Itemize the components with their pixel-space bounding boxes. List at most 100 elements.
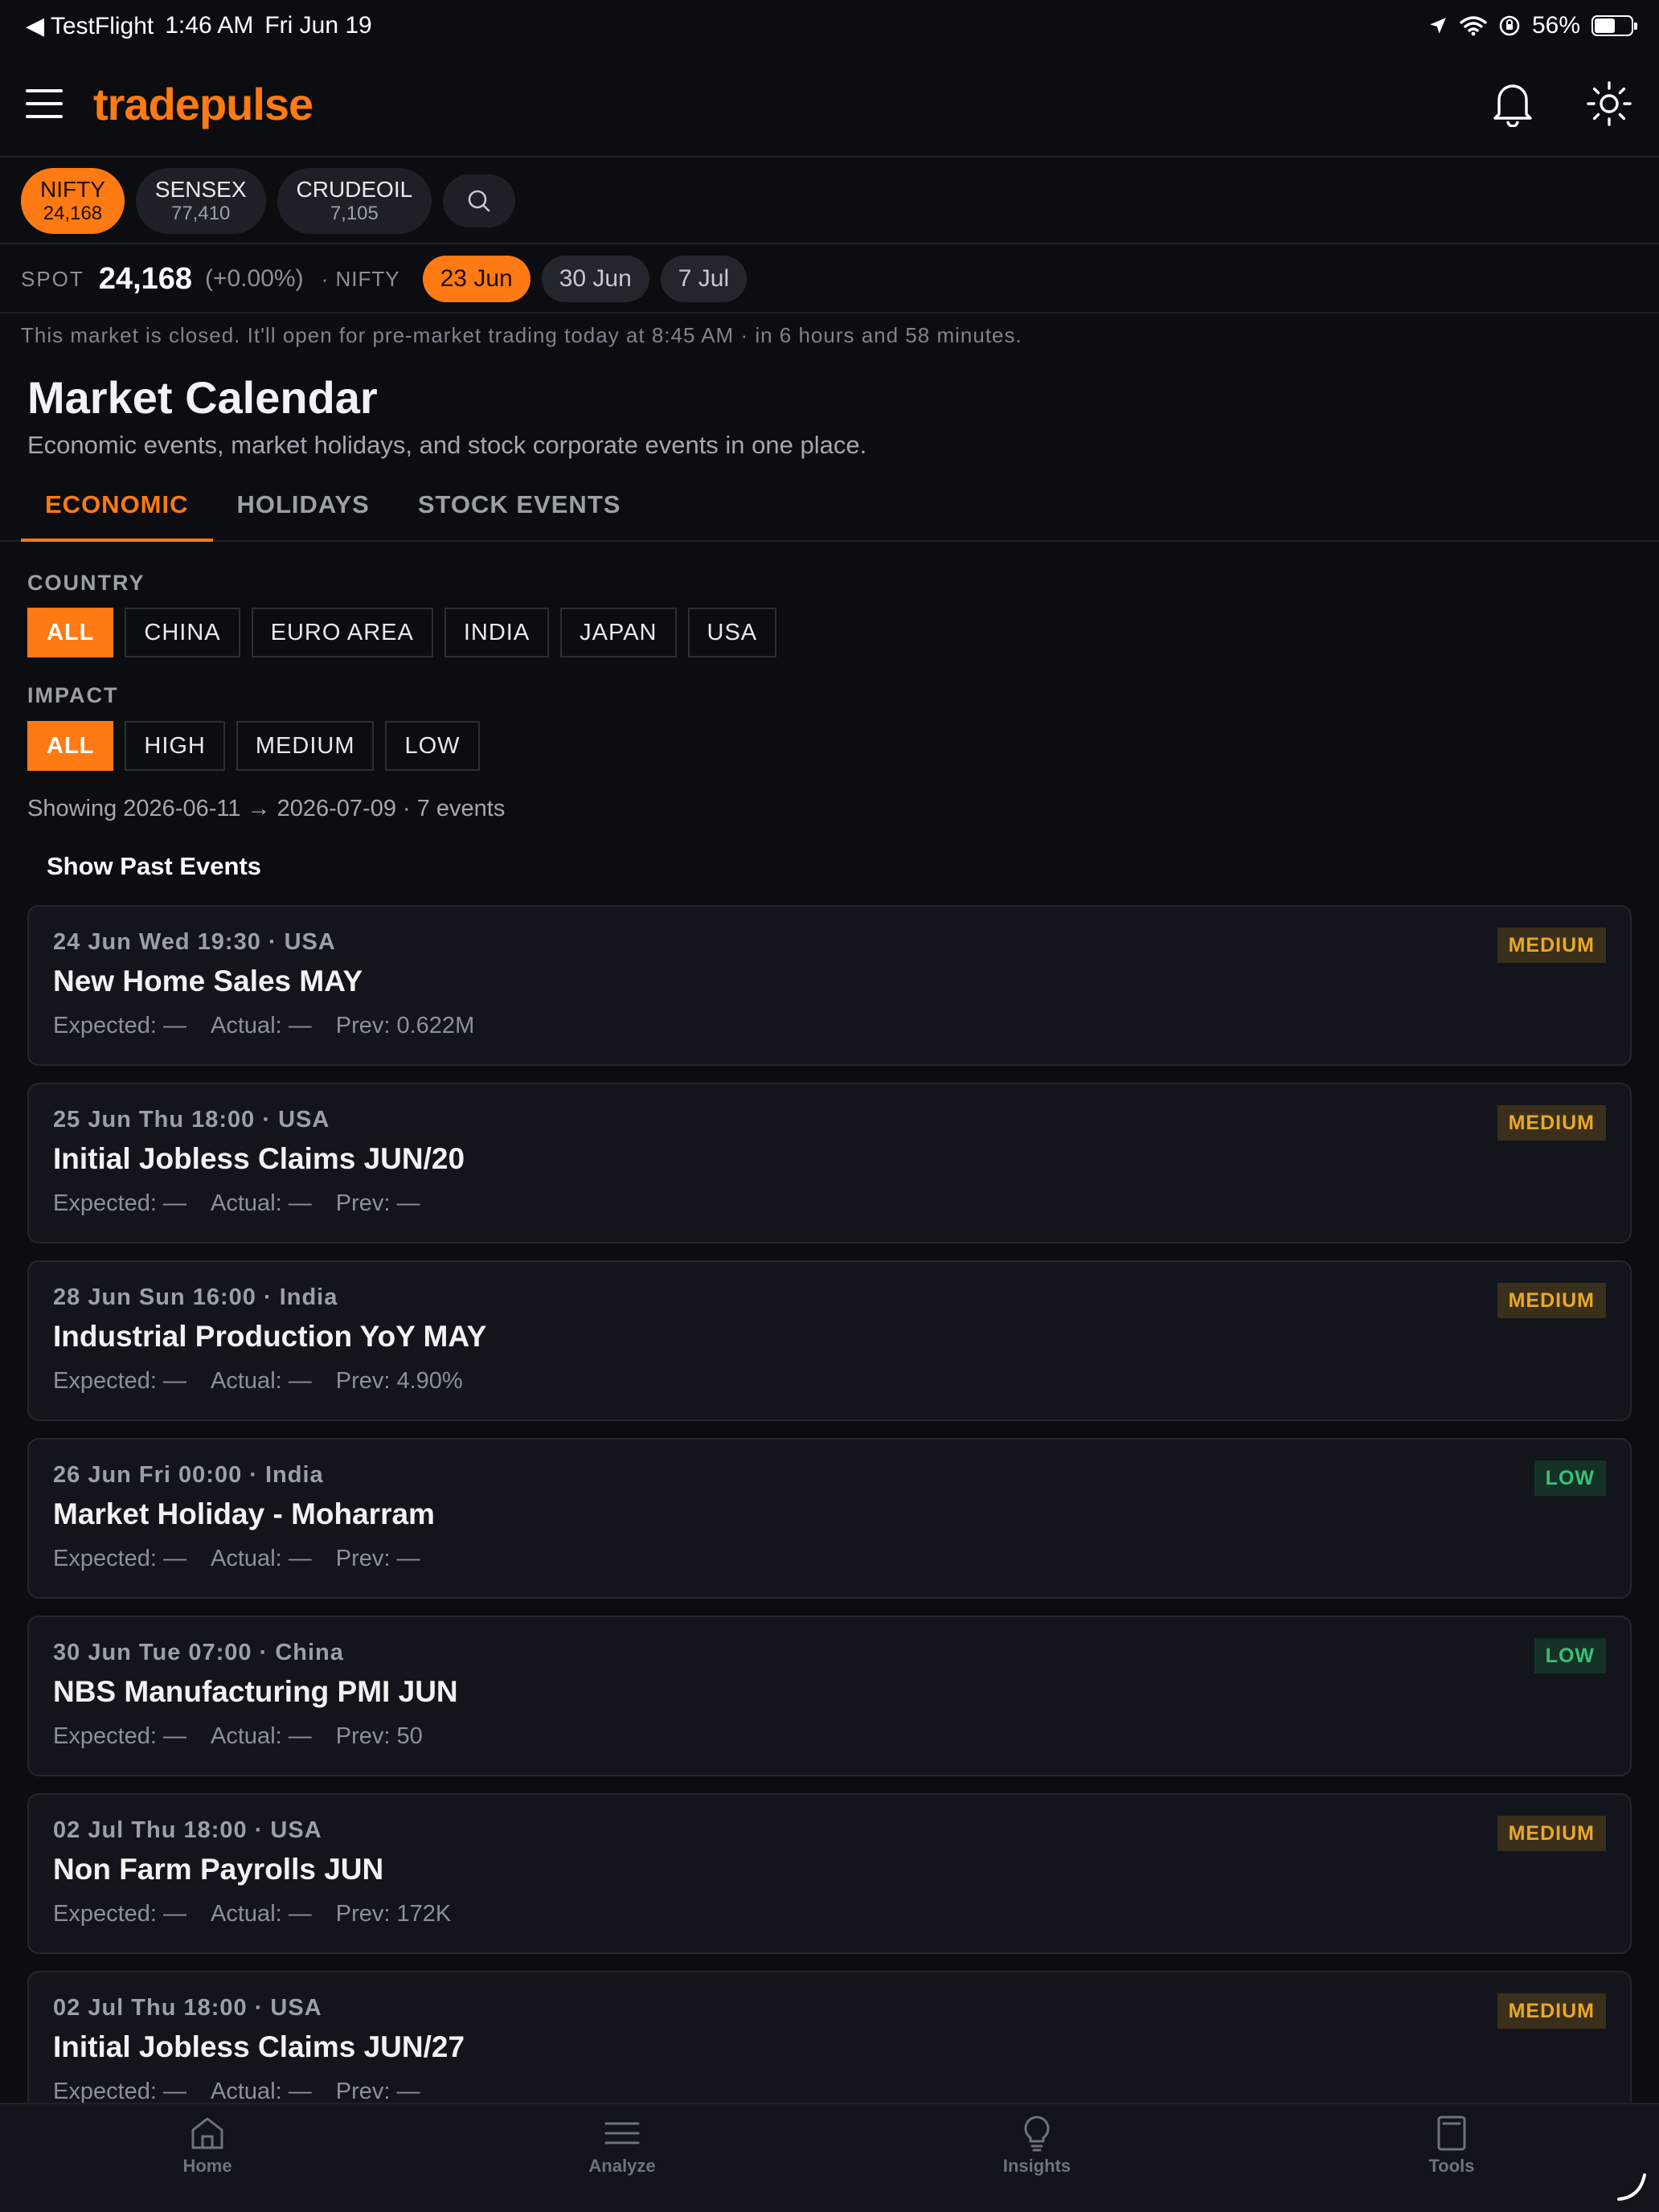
country-chip-japan[interactable]: JAPAN [560, 608, 677, 657]
nav-label: Insights [1002, 2156, 1071, 2176]
spot-label: SPOT [21, 266, 84, 291]
resize-handle-icon[interactable] [1616, 2170, 1648, 2202]
nav-insights[interactable]: Insights [830, 2104, 1244, 2212]
tab-economic[interactable]: ECONOMIC [21, 477, 213, 542]
country-chip-all[interactable]: ALL [27, 608, 114, 657]
impact-chip-high[interactable]: HIGH [125, 721, 225, 771]
nav-label: Home [182, 2156, 232, 2176]
event-actual: Actual: — [211, 1901, 312, 1927]
expiry-7-jul[interactable]: 7 Jul [660, 256, 748, 302]
event-stats: Expected: — Actual: — Prev: — [53, 1546, 420, 1572]
impact-chip-all[interactable]: ALL [27, 721, 114, 771]
ticker-name: NIFTY [40, 177, 105, 202]
nav-home[interactable]: Home [0, 2104, 415, 2212]
impact-chip-medium[interactable]: MEDIUM [236, 721, 375, 771]
menu-icon[interactable] [26, 89, 63, 118]
sun-icon [1587, 81, 1632, 126]
event-meta: 30 Jun Tue 07:00 · China [53, 1640, 344, 1665]
event-meta: 02 Jul Thu 18:00 · USA [53, 1995, 322, 2021]
event-prev: Prev: 4.90% [335, 1368, 463, 1394]
back-to-app-link[interactable]: ◀ TestFlight [26, 12, 154, 40]
spot-change: (+0.00%) [205, 265, 304, 292]
event-title: NBS Manufacturing PMI JUN [53, 1675, 458, 1708]
expiry-30-jun[interactable]: 30 Jun [541, 256, 649, 302]
country-filter-label: COUNTRY [27, 571, 145, 595]
country-chip-usa[interactable]: USA [687, 608, 777, 657]
page-subtitle: Economic events, market holidays, and st… [27, 431, 867, 459]
tab-stock-events[interactable]: STOCK EVENTS [394, 477, 645, 540]
event-meta: 25 Jun Thu 18:00 · USA [53, 1107, 330, 1133]
event-stats: Expected: — Actual: — Prev: 172K [53, 1901, 451, 1927]
expiry-23-jun[interactable]: 23 Jun [422, 256, 530, 302]
event-title: Initial Jobless Claims JUN/20 [53, 1142, 465, 1175]
tab-holidays[interactable]: HOLIDAYS [213, 477, 394, 540]
event-meta: 02 Jul Thu 18:00 · USA [53, 1817, 322, 1843]
event-prev: Prev: 0.622M [335, 1013, 475, 1038]
event-stats: Expected: — Actual: — Prev: 0.622M [53, 1013, 474, 1039]
spot-row: SPOT 24,168 (+0.00%) · NIFTY 23 Jun 30 J… [0, 246, 1659, 313]
event-title: Non Farm Payrolls JUN [53, 1853, 384, 1886]
country-chip-india[interactable]: INDIA [444, 608, 550, 657]
event-meta: 26 Jun Fri 00:00 · India [53, 1462, 324, 1488]
event-meta: 28 Jun Sun 16:00 · India [53, 1284, 338, 1310]
country-filter-row: ALL CHINA EURO AREA INDIA JAPAN USA [27, 608, 777, 657]
impact-badge: LOW [1534, 1638, 1606, 1673]
event-prev: Prev: — [335, 1546, 420, 1571]
ticker-row: NIFTY 24,168 SENSEX 77,410 CRUDEOIL 7,10… [0, 159, 1659, 244]
events-list: 24 Jun Wed 19:30 · USA New Home Sales MA… [27, 905, 1632, 2103]
date-range-summary: Showing 2026-06-11 → 2026-07-09 · 7 even… [27, 796, 506, 821]
event-expected: Expected: — [53, 1546, 187, 1571]
event-expected: Expected: — [53, 2079, 187, 2103]
event-prev: Prev: — [335, 2079, 420, 2103]
event-actual: Actual: — [211, 1013, 312, 1038]
event-card[interactable]: 24 Jun Wed 19:30 · USA New Home Sales MA… [27, 905, 1632, 1066]
show-past-events-button[interactable]: Show Past Events [47, 852, 261, 881]
impact-badge: MEDIUM [1497, 1105, 1606, 1141]
status-time: 1:46 AM [165, 12, 254, 39]
location-icon [1430, 18, 1446, 34]
theme-toggle-button[interactable] [1585, 80, 1633, 128]
impact-chip-low[interactable]: LOW [385, 721, 480, 771]
spot-index: · NIFTY [321, 266, 400, 291]
battery-percent: 56% [1531, 12, 1580, 39]
event-prev: Prev: 172K [335, 1901, 452, 1927]
event-stats: Expected: — Actual: — Prev: — [53, 2079, 420, 2103]
ticker-sensex[interactable]: SENSEX 77,410 [135, 168, 266, 234]
event-expected: Expected: — [53, 1368, 187, 1394]
ticker-name: SENSEX [154, 177, 247, 202]
country-chip-euro-area[interactable]: EURO AREA [251, 608, 433, 657]
bottom-nav: Home Analyze Insights Tools [0, 2103, 1659, 2212]
event-title: Initial Jobless Claims JUN/27 [53, 2030, 465, 2063]
impact-filter-row: ALL HIGH MEDIUM LOW [27, 721, 480, 771]
event-prev: Prev: — [335, 1190, 420, 1216]
event-stats: Expected: — Actual: — Prev: — [53, 1190, 420, 1217]
impact-badge: MEDIUM [1497, 928, 1606, 963]
nav-analyze[interactable]: Analyze [415, 2104, 830, 2212]
event-card[interactable]: 26 Jun Fri 00:00 · India Market Holiday … [27, 1438, 1632, 1599]
orientation-lock-icon [1499, 15, 1520, 36]
nav-tools[interactable]: Tools [1244, 2104, 1659, 2212]
event-card[interactable]: 02 Jul Thu 18:00 · USA Initial Jobless C… [27, 1971, 1632, 2103]
event-card[interactable]: 28 Jun Sun 16:00 · India Industrial Prod… [27, 1260, 1632, 1421]
country-chip-china[interactable]: CHINA [125, 608, 240, 657]
book-icon [1437, 2116, 1466, 2151]
spot-value: 24,168 [98, 261, 193, 296]
event-card[interactable]: 25 Jun Thu 18:00 · USA Initial Jobless C… [27, 1083, 1632, 1243]
app-header: tradepulse [0, 51, 1659, 158]
ticker-value: 7,105 [330, 203, 379, 224]
notifications-button[interactable] [1489, 80, 1537, 128]
event-card[interactable]: 02 Jul Thu 18:00 · USA Non Farm Payrolls… [27, 1793, 1632, 1954]
event-expected: Expected: — [53, 1901, 187, 1927]
market-status-note: This market is closed. It'll open for pr… [21, 323, 1022, 347]
ticker-search-button[interactable] [443, 174, 516, 227]
event-card[interactable]: 30 Jun Tue 07:00 · China NBS Manufacturi… [27, 1616, 1632, 1776]
event-title: Industrial Production YoY MAY [53, 1320, 487, 1353]
event-meta: 24 Jun Wed 19:30 · USA [53, 929, 336, 955]
ticker-value: 77,410 [170, 203, 231, 224]
ticker-value: 24,168 [43, 203, 103, 224]
ticker-crudeoil[interactable]: CRUDEOIL 7,105 [276, 168, 432, 234]
home-icon [191, 2117, 223, 2149]
ticker-name: CRUDEOIL [296, 177, 413, 202]
app-logo[interactable]: tradepulse [93, 78, 313, 130]
ticker-nifty[interactable]: NIFTY 24,168 [21, 168, 125, 234]
